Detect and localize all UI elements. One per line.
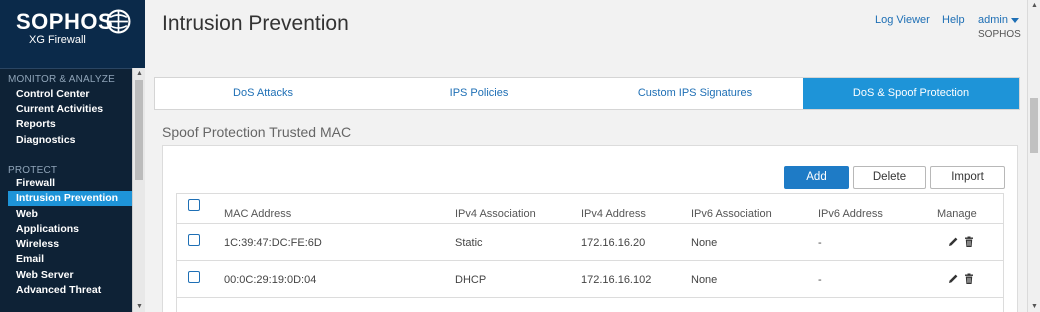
tab-dos-attacks[interactable]: DoS Attacks bbox=[155, 78, 371, 109]
section-title: Spoof Protection Trusted MAC bbox=[162, 124, 352, 140]
nav-item-firewall[interactable]: Firewall bbox=[8, 176, 132, 191]
col-ipv4-address[interactable]: IPv4 Address bbox=[581, 208, 646, 220]
cell-ipv6-assoc: None bbox=[691, 274, 718, 286]
nav-item-diagnostics[interactable]: Diagnostics bbox=[8, 133, 132, 148]
row-divider bbox=[176, 223, 1004, 224]
cell-ipv4: 172.16.16.20 bbox=[581, 237, 646, 249]
nav-item-intrusion-prevention[interactable]: Intrusion Prevention bbox=[8, 191, 132, 206]
brand-header: SOPHOS XG Firewall bbox=[0, 0, 145, 68]
log-viewer-link[interactable]: Log Viewer bbox=[875, 14, 930, 26]
tab-custom-ips-signatures[interactable]: Custom IPS Signatures bbox=[587, 78, 803, 109]
trash-icon[interactable] bbox=[963, 273, 975, 285]
scroll-down-icon[interactable]: ▼ bbox=[136, 303, 143, 310]
cell-ipv6: - bbox=[818, 274, 822, 286]
cell-ipv4-assoc: Static bbox=[455, 237, 483, 249]
nav-section-protect: PROTECT bbox=[8, 165, 58, 176]
pencil-icon[interactable] bbox=[947, 273, 959, 285]
col-ipv6-association[interactable]: IPv6 Association bbox=[691, 208, 772, 220]
nav-item-reports[interactable]: Reports bbox=[8, 117, 132, 132]
tab-bar: DoS Attacks IPS Policies Custom IPS Sign… bbox=[154, 77, 1020, 110]
cell-ipv6: - bbox=[818, 237, 822, 249]
user-menu[interactable]: admin bbox=[978, 14, 1019, 26]
import-button[interactable]: Import bbox=[930, 166, 1005, 189]
tab-dos-spoof-protection[interactable]: DoS & Spoof Protection bbox=[803, 78, 1019, 109]
select-all-checkbox[interactable] bbox=[188, 199, 200, 211]
col-mac-address[interactable]: MAC Address bbox=[224, 208, 291, 220]
nav-menu: MONITOR & ANALYZE Control Center Current… bbox=[0, 68, 132, 312]
nav-scrollbar-thumb[interactable] bbox=[135, 80, 143, 180]
col-ipv4-association[interactable]: IPv4 Association bbox=[455, 208, 536, 220]
scroll-up-icon[interactable]: ▲ bbox=[136, 70, 143, 77]
add-button[interactable]: Add bbox=[784, 166, 849, 189]
cell-mac: 1C:39:47:DC:FE:6D bbox=[224, 237, 322, 249]
row-divider bbox=[176, 260, 1004, 261]
row-checkbox[interactable] bbox=[188, 234, 200, 246]
sophos-globe-icon bbox=[106, 9, 131, 34]
help-link[interactable]: Help bbox=[942, 14, 965, 26]
nav-item-advanced-threat[interactable]: Advanced Threat bbox=[8, 283, 132, 298]
sidebar: SOPHOS XG Firewall MONITOR & ANALYZE Con… bbox=[0, 0, 145, 312]
cell-ipv4-assoc: DHCP bbox=[455, 274, 487, 286]
delete-button[interactable]: Delete bbox=[853, 166, 926, 189]
tab-ips-policies[interactable]: IPS Policies bbox=[371, 78, 587, 109]
nav-section-monitor: MONITOR & ANALYZE bbox=[8, 74, 115, 85]
main-scrollbar-thumb[interactable] bbox=[1030, 98, 1038, 153]
user-name: admin bbox=[978, 14, 1008, 26]
nav-item-web-server[interactable]: Web Server bbox=[8, 268, 132, 283]
scroll-up-icon[interactable]: ▲ bbox=[1031, 2, 1038, 9]
cell-mac: 00:0C:29:19:0D:04 bbox=[224, 274, 317, 286]
col-ipv6-address[interactable]: IPv6 Address bbox=[818, 208, 883, 220]
brand-name: SOPHOS bbox=[16, 9, 114, 34]
row-divider bbox=[176, 297, 1004, 298]
page-title: Intrusion Prevention bbox=[162, 12, 349, 35]
scroll-down-icon[interactable]: ▼ bbox=[1031, 303, 1038, 310]
nav-item-control-center[interactable]: Control Center bbox=[8, 87, 132, 102]
nav-item-web[interactable]: Web bbox=[8, 207, 132, 222]
user-org: SOPHOS bbox=[978, 29, 1021, 40]
nav-item-wireless[interactable]: Wireless bbox=[8, 237, 132, 252]
row-checkbox[interactable] bbox=[188, 271, 200, 283]
nav-scrollbar[interactable]: ▲ ▼ bbox=[132, 68, 145, 312]
cell-ipv4: 172.16.16.102 bbox=[581, 274, 652, 286]
trash-icon[interactable] bbox=[963, 236, 975, 248]
col-manage: Manage bbox=[937, 208, 977, 220]
nav-item-current-activities[interactable]: Current Activities bbox=[8, 102, 132, 117]
nav-item-email[interactable]: Email bbox=[8, 252, 132, 267]
product-name: XG Firewall bbox=[29, 34, 86, 46]
pencil-icon[interactable] bbox=[947, 236, 959, 248]
nav-item-applications[interactable]: Applications bbox=[8, 222, 132, 237]
main-scrollbar[interactable]: ▲ ▼ bbox=[1027, 0, 1040, 312]
chevron-down-icon bbox=[1010, 17, 1019, 23]
cell-ipv6-assoc: None bbox=[691, 237, 718, 249]
